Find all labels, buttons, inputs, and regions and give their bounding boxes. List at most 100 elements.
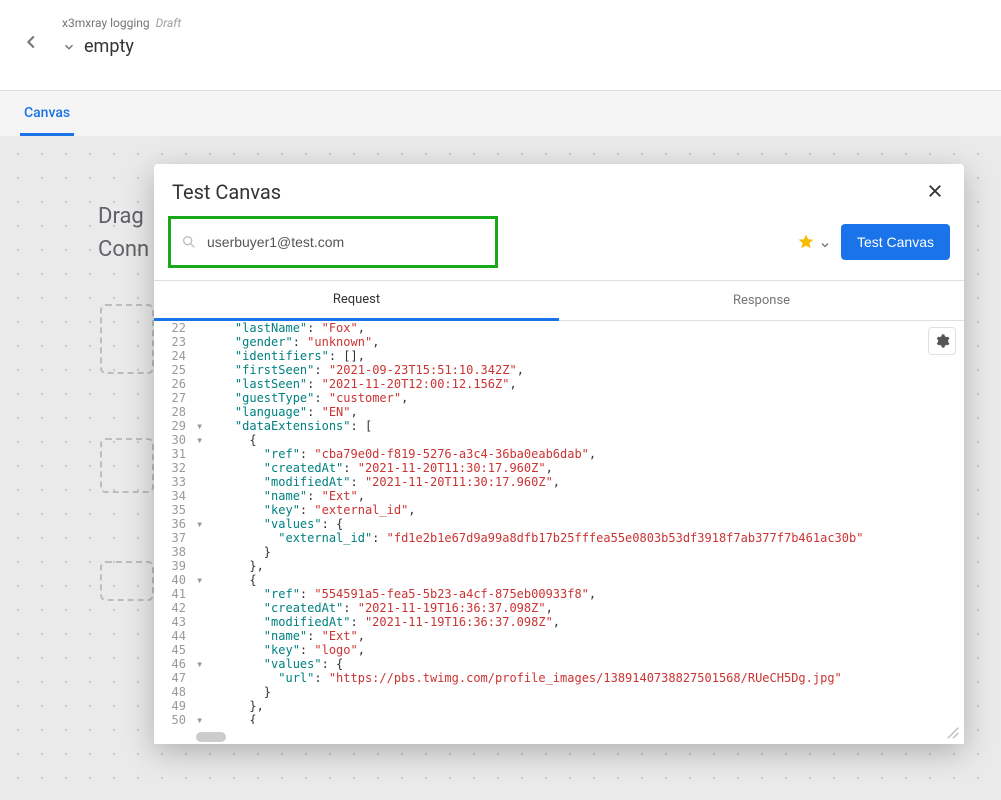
fold-icon xyxy=(196,685,206,699)
code-line[interactable]: 36▾ "values": { xyxy=(154,517,954,531)
line-number: 44 xyxy=(154,629,196,643)
code-line[interactable]: 25 "firstSeen": "2021-09-23T15:51:10.342… xyxy=(154,363,954,377)
code-line[interactable]: 37 "external_id": "fd1e2b1e67d9a99a8dfb1… xyxy=(154,531,954,545)
chevron-down-icon[interactable] xyxy=(62,39,78,55)
code-line[interactable]: 27 "guestType": "customer", xyxy=(154,391,954,405)
code-content: }, xyxy=(206,559,954,573)
code-editor: 22 "lastName": "Fox",23 "gender": "unkno… xyxy=(154,321,964,744)
drop-zone-3[interactable] xyxy=(100,561,154,601)
search-box[interactable] xyxy=(168,216,498,268)
line-number: 31 xyxy=(154,447,196,461)
code-line[interactable]: 40▾ { xyxy=(154,573,954,587)
line-number: 41 xyxy=(154,587,196,601)
line-number: 35 xyxy=(154,503,196,517)
code-content: { xyxy=(206,713,954,724)
code-line[interactable]: 47 "url": "https://pbs.twimg.com/profile… xyxy=(154,671,954,685)
drop-zone-2[interactable] xyxy=(100,438,154,493)
code-line[interactable]: 48 } xyxy=(154,685,954,699)
resize-handle-icon[interactable] xyxy=(946,726,960,740)
code-content: "values": { xyxy=(206,657,954,671)
line-number: 22 xyxy=(154,321,196,335)
draft-status: Draft xyxy=(156,16,182,30)
fold-icon xyxy=(196,699,206,713)
code-line[interactable]: 22 "lastName": "Fox", xyxy=(154,321,954,335)
fold-icon xyxy=(196,391,206,405)
code-content: "createdAt": "2021-11-19T16:36:37.098Z", xyxy=(206,601,954,615)
line-number: 45 xyxy=(154,643,196,657)
fold-icon[interactable]: ▾ xyxy=(196,517,206,531)
code-line[interactable]: 28 "language": "EN", xyxy=(154,405,954,419)
fold-icon[interactable]: ▾ xyxy=(196,573,206,587)
line-number: 26 xyxy=(154,377,196,391)
code-line[interactable]: 41 "ref": "554591a5-fea5-5b23-a4cf-875eb… xyxy=(154,587,954,601)
fold-icon[interactable]: ▾ xyxy=(196,433,206,447)
close-icon[interactable] xyxy=(926,182,946,202)
back-arrow-icon[interactable] xyxy=(20,30,44,54)
code-line[interactable]: 24 "identifiers": [], xyxy=(154,349,954,363)
code-content: } xyxy=(206,685,954,699)
line-number: 25 xyxy=(154,363,196,377)
fold-icon[interactable]: ▾ xyxy=(196,713,206,724)
horizontal-scroll-thumb[interactable] xyxy=(196,732,226,742)
test-canvas-button[interactable]: Test Canvas xyxy=(841,224,950,260)
code-line[interactable]: 30▾ { xyxy=(154,433,954,447)
code-line[interactable]: 23 "gender": "unknown", xyxy=(154,335,954,349)
fold-icon[interactable]: ▾ xyxy=(196,419,206,433)
code-line[interactable]: 26 "lastSeen": "2021-11-20T12:00:12.156Z… xyxy=(154,377,954,391)
code-line[interactable]: 44 "name": "Ext", xyxy=(154,629,954,643)
line-number: 34 xyxy=(154,489,196,503)
code-content: "key": "logo", xyxy=(206,643,954,657)
fold-icon xyxy=(196,321,206,335)
line-number: 33 xyxy=(154,475,196,489)
code-line[interactable]: 32 "createdAt": "2021-11-20T11:30:17.960… xyxy=(154,461,954,475)
line-number: 43 xyxy=(154,615,196,629)
tab-canvas[interactable]: Canvas xyxy=(20,93,74,136)
code-line[interactable]: 34 "name": "Ext", xyxy=(154,489,954,503)
code-line[interactable]: 38 } xyxy=(154,545,954,559)
code-scroller[interactable]: 22 "lastName": "Fox",23 "gender": "unkno… xyxy=(154,321,954,724)
search-icon xyxy=(181,234,197,250)
code-line[interactable]: 42 "createdAt": "2021-11-19T16:36:37.098… xyxy=(154,601,954,615)
fold-icon xyxy=(196,461,206,475)
gear-icon[interactable] xyxy=(928,327,956,355)
fold-icon xyxy=(196,475,206,489)
modal-title: Test Canvas xyxy=(172,180,281,204)
fold-icon xyxy=(196,335,206,349)
tab-request[interactable]: Request xyxy=(154,281,559,321)
fold-icon xyxy=(196,503,206,517)
fold-icon xyxy=(196,601,206,615)
fold-icon xyxy=(196,615,206,629)
test-canvas-modal: Test Canvas Test Canvas Request Response xyxy=(154,164,964,744)
code-line[interactable]: 35 "key": "external_id", xyxy=(154,503,954,517)
fold-icon xyxy=(196,377,206,391)
line-number: 40 xyxy=(154,573,196,587)
code-line[interactable]: 45 "key": "logo", xyxy=(154,643,954,657)
code-content: "language": "EN", xyxy=(206,405,954,419)
favorite-dropdown[interactable] xyxy=(797,233,831,251)
code-line[interactable]: 39 }, xyxy=(154,559,954,573)
breadcrumb: x3mxray logging Draft xyxy=(62,16,181,30)
tab-response[interactable]: Response xyxy=(559,281,964,321)
fold-icon[interactable]: ▾ xyxy=(196,657,206,671)
code-content: "identifiers": [], xyxy=(206,349,954,363)
code-content: }, xyxy=(206,699,954,713)
code-line[interactable]: 46▾ "values": { xyxy=(154,657,954,671)
code-content: "lastSeen": "2021-11-20T12:00:12.156Z", xyxy=(206,377,954,391)
line-number: 27 xyxy=(154,391,196,405)
code-line[interactable]: 33 "modifiedAt": "2021-11-20T11:30:17.96… xyxy=(154,475,954,489)
chevron-down-icon xyxy=(819,236,831,248)
search-input[interactable] xyxy=(207,234,485,250)
code-content: "createdAt": "2021-11-20T11:30:17.960Z", xyxy=(206,461,954,475)
code-line[interactable]: 29▾ "dataExtensions": [ xyxy=(154,419,954,433)
code-line[interactable]: 31 "ref": "cba79e0d-f819-5276-a3c4-36ba0… xyxy=(154,447,954,461)
code-content: "url": "https://pbs.twimg.com/profile_im… xyxy=(206,671,954,685)
code-content: { xyxy=(206,433,954,447)
line-number: 37 xyxy=(154,531,196,545)
code-line[interactable]: 43 "modifiedAt": "2021-11-19T16:36:37.09… xyxy=(154,615,954,629)
star-icon xyxy=(797,233,815,251)
fold-icon xyxy=(196,545,206,559)
code-line[interactable]: 50▾ { xyxy=(154,713,954,724)
drop-zone-1[interactable] xyxy=(100,304,154,374)
code-content: "external_id": "fd1e2b1e67d9a99a8dfb17b2… xyxy=(206,531,954,545)
code-line[interactable]: 49 }, xyxy=(154,699,954,713)
